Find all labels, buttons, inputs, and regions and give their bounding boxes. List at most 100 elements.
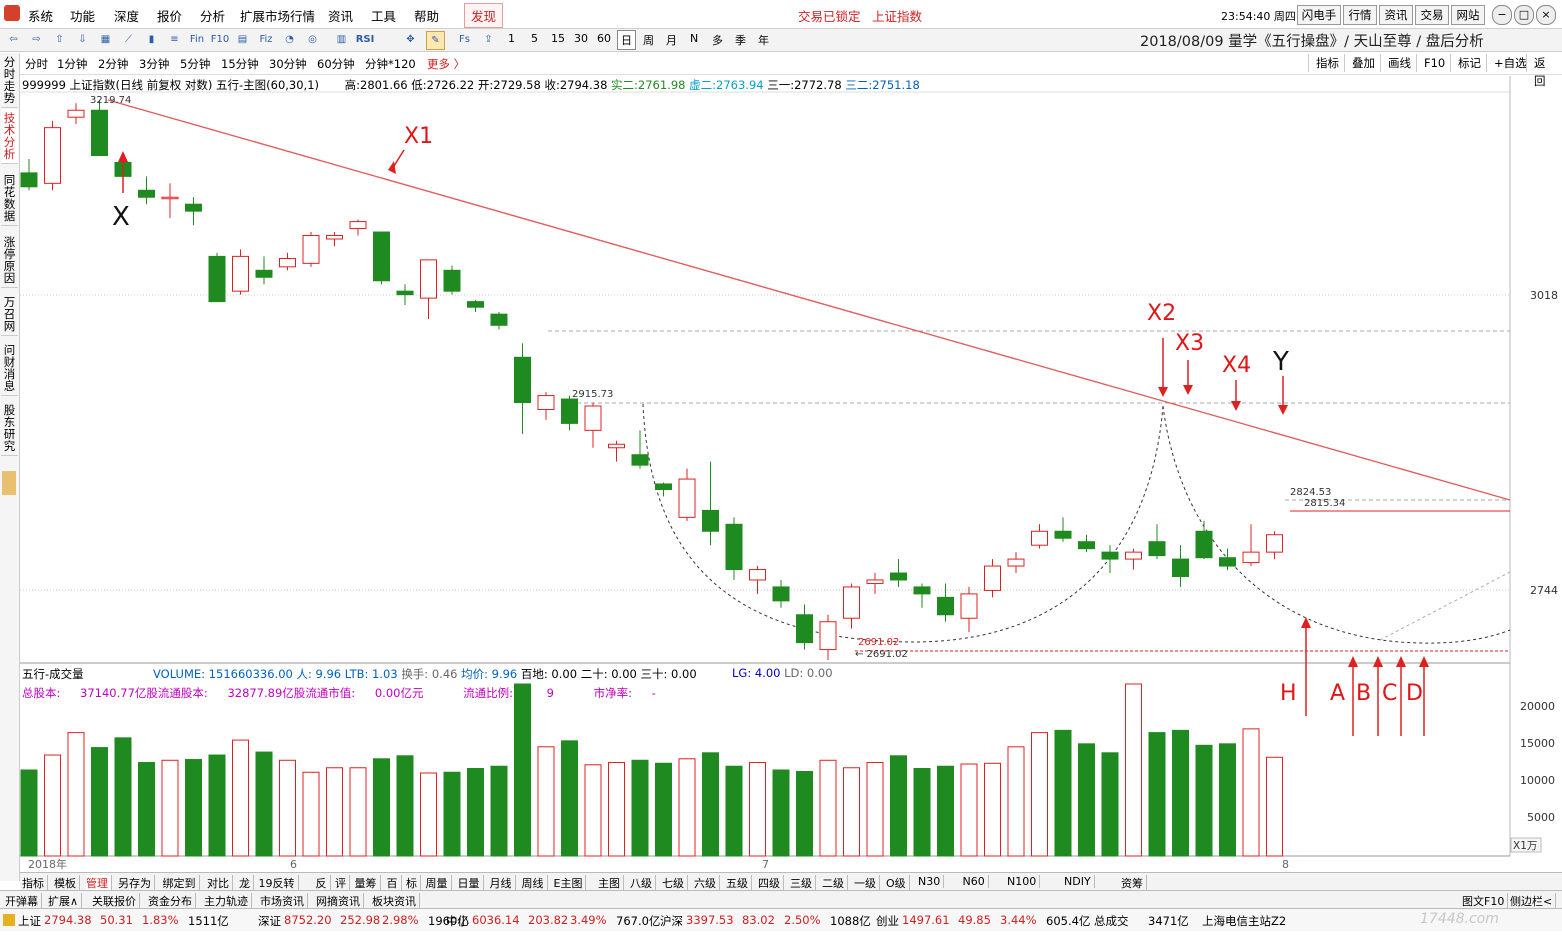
- web-news-button[interactable]: 网摘资讯: [316, 893, 364, 909]
- candle-body: [819, 621, 837, 651]
- indicator-tab[interactable]: N100: [1007, 875, 1041, 888]
- cup-arc-left: [642, 403, 1164, 643]
- ticker-name[interactable]: 上证: [18, 913, 41, 929]
- annotation-h: H: [1280, 617, 1311, 716]
- server-status: 上海电信主站Z2: [1202, 914, 1287, 928]
- candle-body: [1242, 551, 1260, 564]
- label-a: A: [1330, 681, 1345, 706]
- volume-bar: [208, 754, 226, 857]
- candle-body: [725, 523, 743, 571]
- candle-body: [279, 257, 296, 268]
- indicator-tab[interactable]: N60: [963, 875, 989, 888]
- kline-chart[interactable]: 3219.74 2915.73 2824.53 2815.34 2691.02 …: [0, 0, 1562, 938]
- sector-news-button[interactable]: 板块资讯: [372, 893, 420, 909]
- indicator-tab[interactable]: E主图: [554, 875, 587, 891]
- indicator-tab[interactable]: 龙: [239, 875, 254, 891]
- ticker-change: 203.82: [528, 913, 569, 927]
- indicator-tab[interactable]: 二级: [822, 875, 848, 891]
- ticker-amount: 605.4亿: [1046, 914, 1091, 928]
- indicator-tab[interactable]: NDIY: [1064, 875, 1095, 888]
- candle-body: [1031, 530, 1048, 546]
- ticker-pct: 3.44%: [1000, 913, 1037, 927]
- ticker-name[interactable]: 中小: [446, 913, 469, 929]
- fund-distribution-button[interactable]: 资金分布: [148, 893, 196, 909]
- main-force-button[interactable]: 主力轨迹: [204, 893, 252, 909]
- candle-body: [561, 398, 578, 424]
- candle-body: [1172, 558, 1189, 577]
- label-x1: X1: [404, 124, 433, 149]
- indicator-tab[interactable]: 一级: [854, 875, 880, 891]
- label-y: Y: [1272, 347, 1289, 377]
- volume-bar: [796, 770, 813, 857]
- candle-body: [373, 231, 390, 282]
- candle-body: [420, 259, 437, 299]
- huanshou-value: 换手: 0.46: [401, 667, 458, 681]
- volume-bar: [772, 769, 790, 857]
- indicator-tab[interactable]: 八级: [630, 875, 656, 891]
- candle-body: [1078, 541, 1095, 550]
- label-x: X: [112, 202, 130, 232]
- candle-body: [1195, 530, 1213, 559]
- volume-bar: [467, 768, 484, 857]
- indicator-tab[interactable]: 管理: [86, 875, 112, 891]
- ticker-name[interactable]: 沪深: [660, 913, 683, 929]
- indicator-tab[interactable]: 标: [406, 875, 421, 891]
- candles-group: [20, 100, 1283, 660]
- indicator-tab[interactable]: 量筹: [355, 875, 381, 891]
- label-x4: X4: [1222, 353, 1251, 378]
- indicator-tab[interactable]: 资筹: [1121, 875, 1147, 891]
- indicator-tab[interactable]: 另存为: [118, 875, 155, 891]
- related-quote-button[interactable]: 关联报价: [92, 893, 140, 909]
- indicator-tab[interactable]: 模板: [54, 875, 80, 891]
- indicator-tab[interactable]: 七级: [662, 875, 688, 891]
- indicator-tab[interactable]: 百: [387, 875, 402, 891]
- volume-bar: [655, 762, 672, 857]
- candle-body: [890, 572, 907, 581]
- indicator-tab[interactable]: 反: [316, 875, 331, 891]
- danmu-button[interactable]: 开弹幕: [5, 893, 42, 909]
- indicator-tab[interactable]: 评: [335, 875, 350, 891]
- indicator-tab[interactable]: 五级: [726, 875, 752, 891]
- shijinglv-label: 市净率:: [593, 686, 632, 700]
- ticker-amount: 767.0亿: [616, 914, 661, 928]
- volume-bar: [960, 763, 978, 857]
- sanshi-value: 三十: 0.00: [640, 667, 697, 681]
- candle-body: [1266, 534, 1283, 553]
- indicator-tab[interactable]: 六级: [694, 875, 720, 891]
- volume-bar: [984, 762, 1001, 857]
- indicator-tab[interactable]: 日量: [458, 875, 484, 891]
- indicator-tab[interactable]: 三级: [790, 875, 816, 891]
- ershi-value: 二十: 0.00: [580, 667, 637, 681]
- candle-body: [749, 569, 766, 581]
- graphic-f10-button[interactable]: 图文F10: [1462, 893, 1509, 909]
- indicator-tab[interactable]: 绑定到: [163, 875, 200, 891]
- sidebar-toggle-button[interactable]: 侧边栏<: [1510, 893, 1557, 909]
- candle-body: [1125, 551, 1142, 560]
- indicator-tab[interactable]: 月线: [490, 875, 516, 891]
- indicator-tab[interactable]: 主图: [598, 875, 624, 891]
- index-ticker: 上证 2794.38 50.31 1.83% 1511亿 深证 8752.20 252.98 2…: [0, 908, 1562, 931]
- candle-body: [1054, 530, 1072, 539]
- indicator-tab[interactable]: 19反转: [259, 875, 299, 891]
- ticker-name[interactable]: 深证: [258, 913, 281, 929]
- indicator-tab[interactable]: 周量: [426, 875, 452, 891]
- candle-body: [302, 235, 320, 264]
- indicator-tab[interactable]: 指标: [22, 875, 48, 891]
- candle-body: [702, 509, 719, 532]
- market-news-button[interactable]: 市场资讯: [260, 893, 308, 909]
- indicator-tab[interactable]: 四级: [758, 875, 784, 891]
- indicator-tab[interactable]: 周线: [522, 875, 548, 891]
- volume-bar: [631, 759, 649, 857]
- indicator-tab[interactable]: 对比: [207, 875, 233, 891]
- indicator-tab[interactable]: O级: [886, 875, 910, 891]
- volume-bar: [373, 758, 390, 857]
- ticker-value: 3397.53: [686, 913, 734, 927]
- ticker-name[interactable]: 创业: [876, 913, 899, 929]
- lg-value: LG: 4.00: [732, 666, 781, 680]
- expand-button[interactable]: 扩展∧: [48, 893, 83, 909]
- annotation-x1: X1: [388, 124, 433, 174]
- volume-bar: [819, 759, 837, 857]
- indicator-tab[interactable]: N30: [918, 875, 945, 888]
- date-label-8: 8: [1282, 858, 1289, 871]
- ticker-pct: 3.49%: [570, 913, 607, 927]
